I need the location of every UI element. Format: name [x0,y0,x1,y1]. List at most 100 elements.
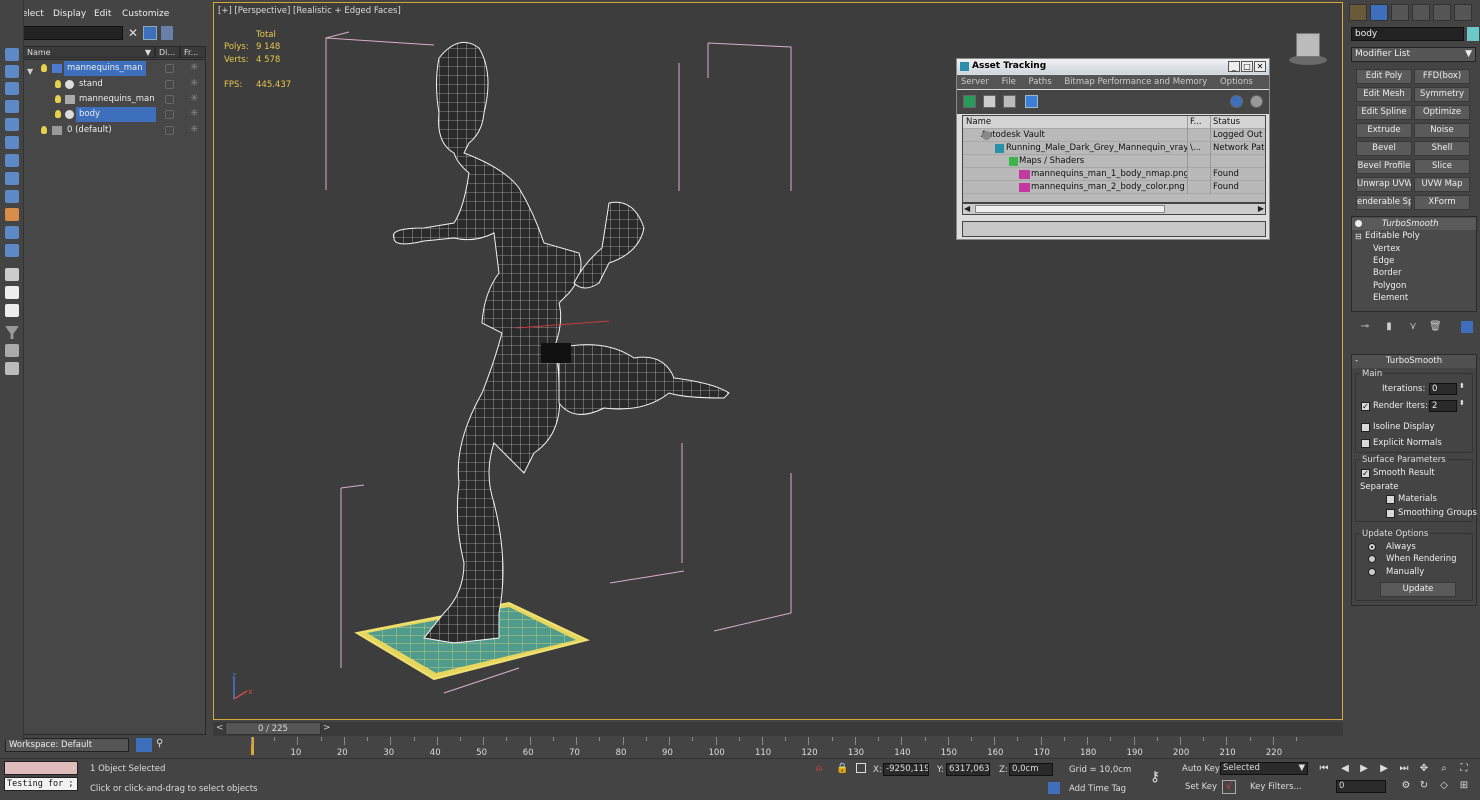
freeze-icon[interactable]: ✳ [190,125,198,135]
invert-selection-icon[interactable] [5,82,19,95]
display-cameras-icon[interactable] [5,154,19,167]
display-icon[interactable] [165,126,174,135]
lock-icon[interactable]: 🔒 [836,763,848,774]
list-item[interactable]: mannequins_man ✳ [24,92,205,107]
stack-subobject-polygon[interactable]: Polygon [1373,280,1406,292]
stack-item-editable-poly[interactable]: ⊟ Editable Poly [1352,230,1476,242]
set-key-button[interactable]: Set Key [1185,782,1217,792]
list-item[interactable]: 0 (default) ✳ [24,123,205,138]
z-coordinate-field[interactable]: 0,0cm [1009,763,1053,776]
isoline-display-checkbox[interactable] [1361,423,1370,432]
hierarchy-tab-icon[interactable] [1391,4,1409,21]
menu-display[interactable]: Display [53,9,86,19]
sync-icon[interactable] [5,344,19,357]
time-config-icon[interactable]: ⚙ [1398,779,1414,793]
edit-poly-button[interactable]: Edit Poly [1356,69,1412,84]
select-all-icon[interactable] [5,48,19,61]
column-header-freeze[interactable]: Fr... [180,46,206,58]
display-tab-icon[interactable] [1433,4,1451,21]
edit-mesh-button[interactable]: Edit Mesh [1356,87,1412,102]
materials-checkbox[interactable] [1386,495,1395,504]
zoom-icon[interactable]: ⌕ [1436,762,1452,776]
absolute-mode-icon[interactable] [856,763,866,773]
column-header-display[interactable]: Di... [155,46,180,58]
key-mode-dropdown[interactable]: Selected ▼ [1220,762,1308,775]
update-button[interactable]: Update [1380,582,1456,597]
maxscript-listener-top[interactable] [4,761,78,775]
minimize-button[interactable]: _ [1228,61,1240,72]
display-icon[interactable] [165,80,174,89]
workspace-dropdown[interactable]: Workspace: Default [5,738,129,752]
field-of-view-icon[interactable]: ◇ [1436,779,1452,793]
scrollbar-thumb[interactable] [975,205,1165,213]
highlight-icon[interactable] [1250,95,1263,108]
noise-button[interactable]: Noise [1414,123,1470,138]
column-header-path[interactable]: F... [1188,116,1211,129]
uvw-map-button[interactable]: UVW Map [1414,177,1470,192]
object-color-swatch[interactable] [1467,27,1479,41]
maxscript-input[interactable]: Testing for ; [4,777,78,791]
table-view-icon[interactable] [1025,95,1038,108]
next-frame-icon[interactable]: > [323,723,331,733]
close-icon[interactable]: ✕ [128,26,138,40]
lightbulb-icon[interactable] [55,95,61,103]
menu-bitmap-performance[interactable]: Bitmap Performance and Memory [1064,77,1207,87]
remove-modifier-icon[interactable]: 🗑 [1429,321,1442,333]
scroll-right-icon[interactable]: ▶ [1258,204,1264,213]
display-xrefs-icon[interactable] [5,226,19,239]
modify-tab-icon[interactable] [1370,4,1388,21]
motion-tab-icon[interactable] [1412,4,1430,21]
list-view-icon[interactable] [983,95,996,108]
display-icon[interactable] [165,95,174,104]
previous-key-icon[interactable]: ◀ [1337,762,1353,776]
maximize-button[interactable]: □ [1241,61,1253,72]
list-item[interactable]: body ✳ [24,107,205,122]
display-shapes-icon[interactable] [5,118,19,131]
y-coordinate-field[interactable]: 6317,063c [946,763,990,776]
time-slider[interactable]: < 0 / 225 > [213,722,1343,736]
display-spacewarps-icon[interactable] [5,190,19,203]
list-item[interactable]: ▼ mannequins_man ✳ [24,61,205,76]
display-none-icon[interactable] [5,286,19,299]
rollout-title[interactable]: - TurboSmooth [1352,355,1476,368]
refresh-icon[interactable] [963,95,976,108]
close-button[interactable]: ✕ [1254,61,1266,72]
modifier-list-dropdown[interactable]: Modifier List ▼ [1351,47,1476,62]
zoom-extents-icon[interactable]: ⊞ [1456,779,1472,793]
horizontal-scrollbar[interactable]: ◀ ▶ [962,203,1266,215]
utilities-tab-icon[interactable] [1454,4,1472,21]
time-slider-thumb[interactable]: 0 / 225 [225,722,321,735]
stack-subobject-edge[interactable]: Edge [1373,255,1394,267]
hierarchy-icon[interactable]: ⚲ [156,738,170,752]
layers-icon[interactable] [161,26,173,40]
scroll-left-icon[interactable]: ◀ [964,204,970,213]
column-header-status[interactable]: Status [1211,116,1265,129]
freeze-icon[interactable]: ✳ [190,94,198,104]
layer-explorer-icon[interactable] [136,738,152,752]
iterations-spinner[interactable]: 0 [1429,383,1457,395]
display-bones-icon[interactable] [5,244,19,257]
stack-subobject-element[interactable]: Element [1373,292,1408,304]
table-row[interactable]: mannequins_man_2_body_color.png Found [963,181,1265,194]
time-tag-icon[interactable] [1048,782,1060,794]
slice-button[interactable]: Slice [1414,159,1470,174]
spinner-arrows-icon[interactable]: ⬍ [1459,399,1465,407]
configure-modifiers-icon[interactable] [1461,321,1473,333]
spinner-arrows-icon[interactable]: ⬍ [1459,382,1465,390]
go-to-start-icon[interactable]: ⏮ [1316,762,1332,776]
previous-frame-icon[interactable]: < [216,723,224,733]
lightbulb-icon[interactable] [1355,220,1362,227]
make-unique-icon[interactable]: ⋎ [1407,321,1419,333]
column-header-name[interactable]: Name ▼ [23,46,155,58]
object-name-field[interactable]: body [1351,27,1464,41]
timeline-track[interactable]: 10 20 30 40 50 60 70 80 90 100 110 120 130 140 150 160 1… [220,737,1305,759]
stack-item-turbosmooth[interactable]: TurboSmooth [1352,218,1476,230]
display-icon[interactable] [165,110,174,119]
stack-subobject-vertex[interactable]: Vertex [1373,243,1400,255]
freeze-icon[interactable]: ✳ [190,79,198,89]
unwrap-uvw-button[interactable]: Unwrap UVW [1356,177,1412,192]
isolate-icon[interactable]: ⍝ [816,763,822,774]
x-coordinate-field[interactable]: -9250,119( [883,763,929,776]
window-title[interactable]: Asset Tracking [957,59,1269,74]
table-row[interactable]: Autodesk Vault Logged Out ( [963,129,1265,142]
